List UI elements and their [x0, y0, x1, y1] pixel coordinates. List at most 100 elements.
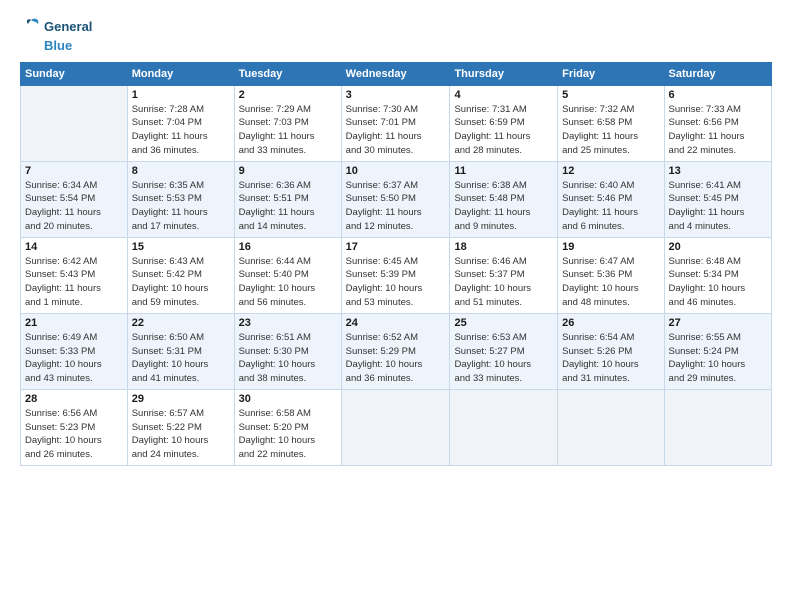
day-number: 26: [562, 317, 659, 329]
logo-blue: Blue: [44, 38, 72, 54]
day-info: Sunrise: 6:34 AM Sunset: 5:54 PM Dayligh…: [25, 179, 123, 234]
week-row-1: 1 Sunrise: 7:28 AM Sunset: 7:04 PM Daylig…: [21, 85, 772, 161]
day-info: Sunrise: 6:51 AM Sunset: 5:30 PM Dayligh…: [239, 331, 337, 386]
day-number: 28: [25, 393, 123, 405]
day-number: 3: [346, 89, 446, 101]
calendar-cell: [450, 389, 558, 465]
header-day-saturday: Saturday: [664, 62, 771, 85]
calendar-cell: 17 Sunrise: 6:45 AM Sunset: 5:39 PM Dayli…: [341, 237, 450, 313]
day-info: Sunrise: 7:33 AM Sunset: 6:56 PM Dayligh…: [669, 103, 767, 158]
week-row-2: 7Sunrise: 6:34 AM Sunset: 5:54 PM Daylig…: [21, 161, 772, 237]
day-number: 5: [562, 89, 659, 101]
calendar-cell: 27 Sunrise: 6:55 AM Sunset: 5:24 PM Dayli…: [664, 313, 771, 389]
day-info: Sunrise: 6:53 AM Sunset: 5:27 PM Dayligh…: [454, 331, 553, 386]
day-number: 18: [454, 241, 553, 253]
header-day-wednesday: Wednesday: [341, 62, 450, 85]
logo-general: General: [44, 19, 92, 35]
calendar-table: SundayMondayTuesdayWednesdayThursdayFrid…: [20, 62, 772, 466]
day-number: 9: [239, 165, 337, 177]
day-info: Sunrise: 6:36 AM Sunset: 5:51 PM Dayligh…: [239, 179, 337, 234]
day-info: Sunrise: 6:42 AM Sunset: 5:43 PM Dayligh…: [25, 255, 123, 310]
day-number: 1: [132, 89, 230, 101]
day-info: Sunrise: 6:57 AM Sunset: 5:22 PM Dayligh…: [132, 407, 230, 462]
day-info: Sunrise: 7:32 AM Sunset: 6:58 PM Dayligh…: [562, 103, 659, 158]
day-number: 19: [562, 241, 659, 253]
calendar-cell: 8 Sunrise: 6:35 AM Sunset: 5:53 PM Daylig…: [127, 161, 234, 237]
calendar-cell: 9 Sunrise: 6:36 AM Sunset: 5:51 PM Daylig…: [234, 161, 341, 237]
day-info: Sunrise: 6:49 AM Sunset: 5:33 PM Dayligh…: [25, 331, 123, 386]
day-number: 27: [669, 317, 767, 329]
calendar-cell: 21 Sunrise: 6:49 AM Sunset: 5:33 PM Dayli…: [21, 313, 128, 389]
logo-container: General Blue: [20, 16, 92, 54]
header-day-sunday: Sunday: [21, 62, 128, 85]
day-number: 21: [25, 317, 123, 329]
calendar-cell: 1 Sunrise: 7:28 AM Sunset: 7:04 PM Daylig…: [127, 85, 234, 161]
day-info: Sunrise: 6:38 AM Sunset: 5:48 PM Dayligh…: [454, 179, 553, 234]
day-info: Sunrise: 6:45 AM Sunset: 5:39 PM Dayligh…: [346, 255, 446, 310]
calendar-cell: [664, 389, 771, 465]
calendar-cell: 10Sunrise: 6:37 AM Sunset: 5:50 PM Dayli…: [341, 161, 450, 237]
calendar-cell: 20Sunrise: 6:48 AM Sunset: 5:34 PM Dayli…: [664, 237, 771, 313]
day-number: 30: [239, 393, 337, 405]
day-number: 25: [454, 317, 553, 329]
day-number: 24: [346, 317, 446, 329]
calendar-cell: 24 Sunrise: 6:52 AM Sunset: 5:29 PM Dayli…: [341, 313, 450, 389]
week-row-5: 28 Sunrise: 6:56 AM Sunset: 5:23 PM Dayli…: [21, 389, 772, 465]
day-info: Sunrise: 6:56 AM Sunset: 5:23 PM Dayligh…: [25, 407, 123, 462]
day-info: Sunrise: 7:28 AM Sunset: 7:04 PM Dayligh…: [132, 103, 230, 158]
calendar-cell: [558, 389, 664, 465]
day-number: 23: [239, 317, 337, 329]
day-number: 12: [562, 165, 659, 177]
day-number: 14: [25, 241, 123, 253]
calendar-cell: 4Sunrise: 7:31 AM Sunset: 6:59 PM Daylig…: [450, 85, 558, 161]
day-number: 13: [669, 165, 767, 177]
header-day-monday: Monday: [127, 62, 234, 85]
day-number: 2: [239, 89, 337, 101]
day-number: 22: [132, 317, 230, 329]
calendar-cell: 23 Sunrise: 6:51 AM Sunset: 5:30 PM Dayli…: [234, 313, 341, 389]
day-number: 15: [132, 241, 230, 253]
day-info: Sunrise: 7:30 AM Sunset: 7:01 PM Dayligh…: [346, 103, 446, 158]
day-info: Sunrise: 7:29 AM Sunset: 7:03 PM Dayligh…: [239, 103, 337, 158]
day-info: Sunrise: 6:48 AM Sunset: 5:34 PM Dayligh…: [669, 255, 767, 310]
day-info: Sunrise: 6:46 AM Sunset: 5:37 PM Dayligh…: [454, 255, 553, 310]
day-number: 6: [669, 89, 767, 101]
day-number: 29: [132, 393, 230, 405]
calendar-cell: 28 Sunrise: 6:56 AM Sunset: 5:23 PM Dayli…: [21, 389, 128, 465]
week-row-3: 14 Sunrise: 6:42 AM Sunset: 5:43 PM Dayli…: [21, 237, 772, 313]
calendar-cell: 5 Sunrise: 7:32 AM Sunset: 6:58 PM Daylig…: [558, 85, 664, 161]
day-info: Sunrise: 6:47 AM Sunset: 5:36 PM Dayligh…: [562, 255, 659, 310]
page: General Blue SundayMondayTuesdayWednesda…: [0, 0, 792, 612]
day-info: Sunrise: 6:52 AM Sunset: 5:29 PM Dayligh…: [346, 331, 446, 386]
calendar-cell: 30 Sunrise: 6:58 AM Sunset: 5:20 PM Dayli…: [234, 389, 341, 465]
day-info: Sunrise: 6:55 AM Sunset: 5:24 PM Dayligh…: [669, 331, 767, 386]
calendar-cell: 11 Sunrise: 6:38 AM Sunset: 5:48 PM Dayli…: [450, 161, 558, 237]
day-number: 17: [346, 241, 446, 253]
day-info: Sunrise: 6:37 AM Sunset: 5:50 PM Dayligh…: [346, 179, 446, 234]
calendar-cell: 6 Sunrise: 7:33 AM Sunset: 6:56 PM Daylig…: [664, 85, 771, 161]
calendar-cell: 16 Sunrise: 6:44 AM Sunset: 5:40 PM Dayli…: [234, 237, 341, 313]
day-info: Sunrise: 6:54 AM Sunset: 5:26 PM Dayligh…: [562, 331, 659, 386]
calendar-cell: [21, 85, 128, 161]
calendar-cell: 19 Sunrise: 6:47 AM Sunset: 5:36 PM Dayli…: [558, 237, 664, 313]
day-number: 8: [132, 165, 230, 177]
day-number: 4: [454, 89, 553, 101]
logo: General Blue: [20, 16, 92, 54]
day-info: Sunrise: 6:50 AM Sunset: 5:31 PM Dayligh…: [132, 331, 230, 386]
header-day-friday: Friday: [558, 62, 664, 85]
header-day-thursday: Thursday: [450, 62, 558, 85]
header-row: SundayMondayTuesdayWednesdayThursdayFrid…: [21, 62, 772, 85]
calendar-cell: 3 Sunrise: 7:30 AM Sunset: 7:01 PM Daylig…: [341, 85, 450, 161]
day-info: Sunrise: 6:58 AM Sunset: 5:20 PM Dayligh…: [239, 407, 337, 462]
calendar-cell: 26 Sunrise: 6:54 AM Sunset: 5:26 PM Dayli…: [558, 313, 664, 389]
day-info: Sunrise: 6:44 AM Sunset: 5:40 PM Dayligh…: [239, 255, 337, 310]
day-info: Sunrise: 6:35 AM Sunset: 5:53 PM Dayligh…: [132, 179, 230, 234]
day-number: 16: [239, 241, 337, 253]
week-row-4: 21 Sunrise: 6:49 AM Sunset: 5:33 PM Dayli…: [21, 313, 772, 389]
day-number: 11: [454, 165, 553, 177]
calendar-cell: [341, 389, 450, 465]
calendar-cell: 25 Sunrise: 6:53 AM Sunset: 5:27 PM Dayli…: [450, 313, 558, 389]
calendar-cell: 2 Sunrise: 7:29 AM Sunset: 7:03 PM Daylig…: [234, 85, 341, 161]
day-info: Sunrise: 6:41 AM Sunset: 5:45 PM Dayligh…: [669, 179, 767, 234]
calendar-cell: 14 Sunrise: 6:42 AM Sunset: 5:43 PM Dayli…: [21, 237, 128, 313]
